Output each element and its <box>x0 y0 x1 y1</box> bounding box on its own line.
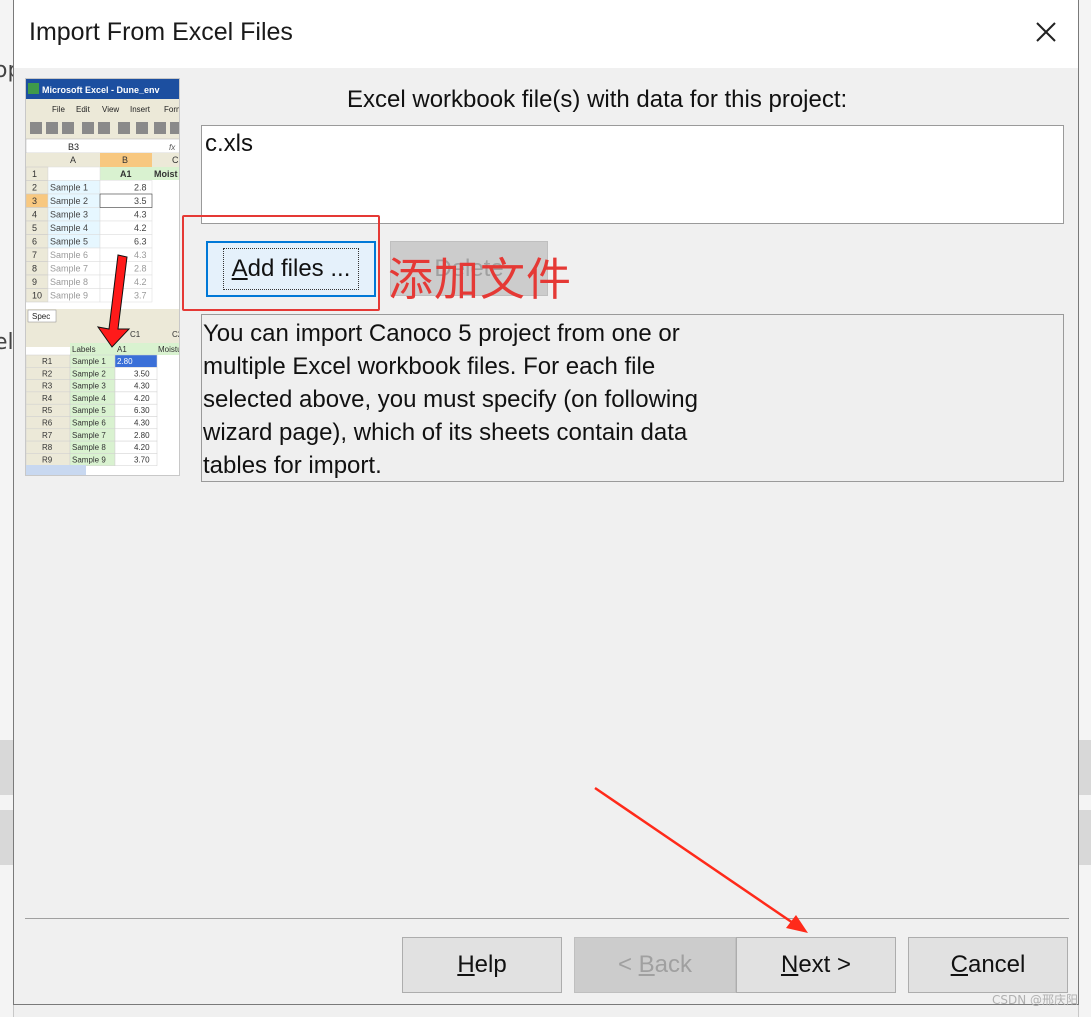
watermark: CSDN @邢庆阳 <box>991 993 1078 1007</box>
import-dialog: Import From Excel Files Microsoft Excel … <box>13 0 1079 1005</box>
sample-label: Sample 8 <box>50 277 88 287</box>
row-number: R4 <box>42 394 53 403</box>
title-bar[interactable]: Import From Excel Files <box>14 0 1078 68</box>
row-number: R5 <box>42 406 53 415</box>
footer-separator <box>25 918 1069 919</box>
sample-value: 4.20 <box>134 443 150 452</box>
row-number: R1 <box>42 357 53 366</box>
info-text-box: You can import Canoco 5 project from one… <box>201 314 1064 482</box>
sample-label: Sample 1 <box>50 183 88 193</box>
sample-label: Sample 7 <box>72 431 106 440</box>
row-number: R3 <box>42 382 53 391</box>
column-header: C <box>172 155 179 165</box>
svg-text:A1: A1 <box>120 169 132 179</box>
row-number: 4 <box>32 210 37 220</box>
row-number: R2 <box>42 369 53 378</box>
sample-value: 2.8 <box>134 183 147 193</box>
info-text: You can import Canoco 5 project from one… <box>203 320 698 479</box>
cancel-button[interactable]: Cancel <box>908 937 1068 993</box>
excel-window-title: Microsoft Excel - Dune_env <box>42 85 160 95</box>
sample-value: 4.3 <box>134 210 147 220</box>
background-window-right <box>1078 0 1091 1017</box>
files-heading: Excel workbook file(s) with data for thi… <box>347 86 848 113</box>
row-number: R9 <box>42 455 53 464</box>
row-number: R6 <box>42 419 53 428</box>
excel-illustration: Microsoft Excel - Dune_env File Edit View I… <box>25 78 180 476</box>
file-list[interactable]: c.xls <box>201 125 1064 224</box>
background-text-fragment: el <box>0 330 14 355</box>
background-window-left: op el <box>0 0 21 1017</box>
row-number: 7 <box>32 250 37 260</box>
annotation-label: 添加文件 <box>388 253 573 306</box>
sample-label: Sample 5 <box>50 237 88 247</box>
svg-text:Moist: Moist <box>154 169 178 179</box>
row-number: R8 <box>42 443 53 452</box>
row-number: 5 <box>32 223 37 233</box>
sample-value: 4.3 <box>134 250 147 260</box>
excel-menu-item: Edit <box>76 105 91 114</box>
sample-label: Sample 9 <box>50 291 88 301</box>
sample-value: 3.70 <box>134 455 150 464</box>
row-number: 3 <box>32 196 37 206</box>
sample-label: Sample 1 <box>72 357 106 366</box>
excel-menu-item: View <box>102 105 119 114</box>
sample-value: 2.80 <box>134 431 150 440</box>
sample-value: 6.30 <box>134 406 150 415</box>
background-toolbar <box>1078 740 1091 795</box>
sample-label: Sample 6 <box>50 250 88 260</box>
svg-text:fx: fx <box>169 143 176 152</box>
sample-value: 4.2 <box>134 277 147 287</box>
background-toolbar <box>0 810 14 865</box>
excel-menu-item: File <box>52 105 65 114</box>
sample-value: 6.3 <box>134 237 147 247</box>
add-files-button[interactable]: Add files ... <box>206 241 376 297</box>
help-button[interactable]: Help <box>402 937 562 993</box>
sample-label: Sample 2 <box>72 369 106 378</box>
svg-text:Moistu: Moistu <box>158 345 180 354</box>
sample-label: Sample 3 <box>50 210 88 220</box>
column-header: C1 <box>130 330 141 339</box>
row-number: 9 <box>32 277 37 287</box>
row-number: 6 <box>32 237 37 247</box>
back-button[interactable]: < Back <box>574 937 736 993</box>
row-number: 8 <box>32 264 37 274</box>
sample-value: 2.80 <box>117 357 133 366</box>
name-box: B3 <box>68 142 79 152</box>
sample-label: Sample 3 <box>72 382 106 391</box>
row-number: 1 <box>32 169 37 179</box>
file-list-item[interactable]: c.xls <box>205 130 253 157</box>
sample-label: Sample 2 <box>50 196 88 206</box>
sample-label: Sample 6 <box>72 419 106 428</box>
row-number: 10 <box>32 291 42 301</box>
sample-label: Sample 9 <box>72 455 106 464</box>
sample-label: Sample 4 <box>72 394 106 403</box>
sample-label: Sample 7 <box>50 264 88 274</box>
close-icon[interactable] <box>1028 14 1064 50</box>
column-header: B <box>122 155 128 165</box>
column-header: A <box>70 155 76 165</box>
sample-label: Sample 4 <box>50 223 88 233</box>
next-button[interactable]: Next > <box>736 937 896 993</box>
sheet-tab: Spec <box>32 312 50 321</box>
sample-value: 4.20 <box>134 394 150 403</box>
sample-value: 3.7 <box>134 291 147 301</box>
background-toolbar <box>0 740 14 795</box>
sample-label: Sample 8 <box>72 443 106 452</box>
row-number: R7 <box>42 431 53 440</box>
excel-menu-item: Form <box>164 105 180 114</box>
background-toolbar <box>1078 810 1091 865</box>
sample-value: 4.30 <box>134 419 150 428</box>
sample-label: Sample 5 <box>72 406 106 415</box>
dialog-title: Import From Excel Files <box>29 18 293 46</box>
sample-value: 2.8 <box>134 264 147 274</box>
column-header: C2 <box>172 330 180 339</box>
svg-text:Labels: Labels <box>72 345 96 354</box>
excel-menu-item: Insert <box>130 105 151 114</box>
sample-value: 3.50 <box>134 369 150 378</box>
svg-text:A1: A1 <box>117 345 127 354</box>
sample-value: 4.30 <box>134 382 150 391</box>
sample-value: 4.2 <box>134 223 147 233</box>
row-number: 2 <box>32 183 37 193</box>
sample-value: 3.5 <box>134 196 147 206</box>
